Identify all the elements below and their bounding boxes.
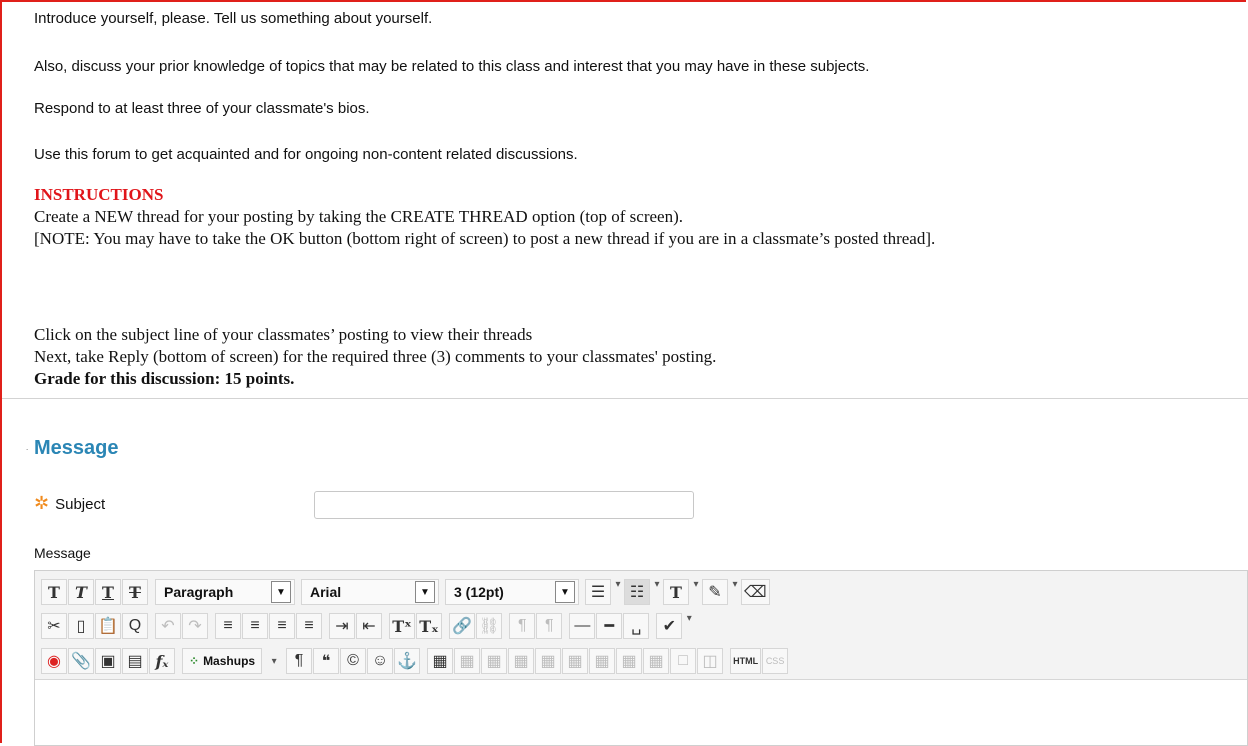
chevron-down-icon: ▼ [415, 581, 435, 603]
rich-text-editor: T T T T Paragraph ▼ Arial ▼ 3 (12pt) ▼ ☰… [34, 570, 1248, 746]
record-icon[interactable]: ◉ [41, 648, 67, 674]
instructions-heading: INSTRUCTIONS [34, 185, 164, 204]
italic-button[interactable]: T [68, 579, 94, 605]
delete-col-icon[interactable]: ▦ [643, 648, 670, 674]
forum-use-text: Use this forum to get acquainted and for… [34, 146, 578, 163]
section-divider [2, 398, 1248, 399]
align-left-icon[interactable]: ≡ [215, 613, 241, 639]
instruction-line: Create a NEW thread for your posting by … [34, 207, 684, 226]
ltr-icon[interactable]: ¶ [509, 613, 536, 639]
table-row-props-icon[interactable]: ▦ [454, 648, 481, 674]
merge-cells-icon[interactable]: □ [670, 648, 697, 674]
paste-icon[interactable]: 📋 [95, 613, 121, 639]
respond-text: Respond to at least three of your classm… [34, 100, 370, 117]
table-icon[interactable]: ▦ [427, 648, 454, 674]
outdent-icon[interactable]: ⇤ [356, 613, 382, 639]
delete-row-icon[interactable]: ▦ [562, 648, 589, 674]
copy-icon[interactable]: ▯ [68, 613, 94, 639]
superscript-icon[interactable]: Tˣ [389, 613, 415, 639]
table-cell-props-icon[interactable]: ▦ [481, 648, 508, 674]
text-color-icon[interactable]: T [663, 579, 689, 605]
undo-icon[interactable]: ↶ [155, 613, 181, 639]
bullet-dot: . [26, 443, 29, 452]
paragraph-mark-icon[interactable]: ¶ [286, 648, 313, 674]
instruction-line: Click on the subject line of your classm… [34, 325, 533, 344]
copyright-icon[interactable]: © [340, 648, 367, 674]
align-center-icon[interactable]: ≡ [242, 613, 268, 639]
cut-icon[interactable]: ✂ [41, 613, 67, 639]
anchor-icon[interactable]: ⚓ [394, 648, 421, 674]
message-label: Message [34, 545, 91, 561]
insert-col-before-icon[interactable]: ▦ [589, 648, 616, 674]
redo-icon[interactable]: ↷ [182, 613, 208, 639]
message-edit-area[interactable] [35, 679, 1247, 745]
unlink-icon[interactable]: ⛓ [476, 613, 503, 639]
chevron-down-icon[interactable]: ▾ [729, 579, 741, 605]
chevron-down-icon[interactable]: ▾ [268, 656, 280, 667]
toolbar-row-2: ✂ ▯ 📋 Q ↶ ↷ ≡ ≡ ≡ ≡ ⇥ ⇤ Tˣ Tₓ 🔗 ⛓ ¶ ¶ — … [41, 611, 701, 641]
highlight-icon[interactable]: ✎ [702, 579, 728, 605]
chevron-down-icon[interactable]: ▾ [690, 579, 702, 605]
instructions-block-2: Click on the subject line of your classm… [34, 324, 716, 390]
link-icon[interactable]: 🔗 [449, 613, 475, 639]
insert-row-before-icon[interactable]: ▦ [508, 648, 535, 674]
thick-rule-icon[interactable]: ━ [596, 613, 623, 639]
instruction-line: [NOTE: You may have to take the OK butto… [34, 229, 936, 248]
paragraph-select-value: Paragraph [164, 584, 234, 600]
html-button[interactable]: HTML [730, 648, 762, 674]
toolbar-row-3: ◉ 📎 ▣ ▤ fₓ ⁘ Mashups ▾ ¶ ❝ © ☺ ⚓ ▦ ▦ ▦ ▦… [41, 646, 795, 676]
subject-label-row: ✲ Subject [34, 493, 105, 514]
grade-text: Grade for this discussion: 15 points. [34, 369, 295, 388]
paragraph-select[interactable]: Paragraph ▼ [155, 579, 295, 605]
spellcheck-icon[interactable]: ✔ [656, 613, 683, 639]
find-icon[interactable]: Q [122, 613, 148, 639]
toolbar-row-1: T T T T Paragraph ▼ Arial ▼ 3 (12pt) ▼ ☰… [41, 577, 777, 607]
strikethrough-button[interactable]: T [122, 579, 148, 605]
insert-col-after-icon[interactable]: ▦ [616, 648, 643, 674]
mashups-label: Mashups [203, 654, 256, 668]
intro-text: Introduce yourself, please. Tell us some… [34, 10, 433, 27]
mashups-icon: ⁘ [189, 654, 200, 668]
rtl-icon[interactable]: ¶ [536, 613, 563, 639]
prior-knowledge-text: Also, discuss your prior knowledge of to… [34, 58, 870, 75]
subject-label: Subject [55, 496, 106, 513]
horizontal-rule-icon[interactable]: — [569, 613, 596, 639]
instructions-block: INSTRUCTIONS Create a NEW thread for you… [34, 184, 935, 250]
chevron-down-icon[interactable]: ▾ [651, 579, 663, 605]
align-right-icon[interactable]: ≡ [269, 613, 295, 639]
mashups-button[interactable]: ⁘ Mashups [182, 648, 263, 674]
bullet-list-icon[interactable]: ☰ [585, 579, 611, 605]
emoticon-icon[interactable]: ☺ [367, 648, 394, 674]
bold-button[interactable]: T [41, 579, 67, 605]
message-section-title: Message [34, 437, 119, 459]
chevron-down-icon: ▼ [271, 581, 291, 603]
insert-row-after-icon[interactable]: ▦ [535, 648, 562, 674]
chevron-down-icon[interactable]: ▾ [612, 579, 624, 605]
font-select-value: Arial [310, 584, 342, 600]
css-button[interactable]: CSS [762, 648, 789, 674]
size-select-value: 3 (12pt) [454, 584, 504, 600]
media-icon[interactable]: ▤ [122, 648, 148, 674]
required-asterisk-icon: ✲ [34, 493, 50, 513]
math-formula-icon[interactable]: fₓ [149, 648, 175, 674]
instruction-line: Next, take Reply (bottom of screen) for … [34, 347, 717, 366]
align-justify-icon[interactable]: ≡ [296, 613, 322, 639]
subscript-icon[interactable]: Tₓ [416, 613, 442, 639]
blockquote-icon[interactable]: ❝ [313, 648, 340, 674]
indent-icon[interactable]: ⇥ [329, 613, 355, 639]
eraser-icon[interactable]: ⌫ [741, 579, 770, 605]
image-icon[interactable]: ▣ [95, 648, 121, 674]
attachment-icon[interactable]: 📎 [68, 648, 94, 674]
numbered-list-icon[interactable]: ☷ [624, 579, 650, 605]
chevron-down-icon[interactable]: ▾ [683, 613, 695, 639]
subject-input[interactable] [314, 491, 694, 519]
underline-button[interactable]: T [95, 579, 121, 605]
font-select[interactable]: Arial ▼ [301, 579, 439, 605]
size-select[interactable]: 3 (12pt) ▼ [445, 579, 579, 605]
split-cells-icon[interactable]: ◫ [697, 648, 724, 674]
chevron-down-icon: ▼ [555, 581, 575, 603]
nonbreaking-space-icon[interactable]: ␣ [623, 613, 650, 639]
